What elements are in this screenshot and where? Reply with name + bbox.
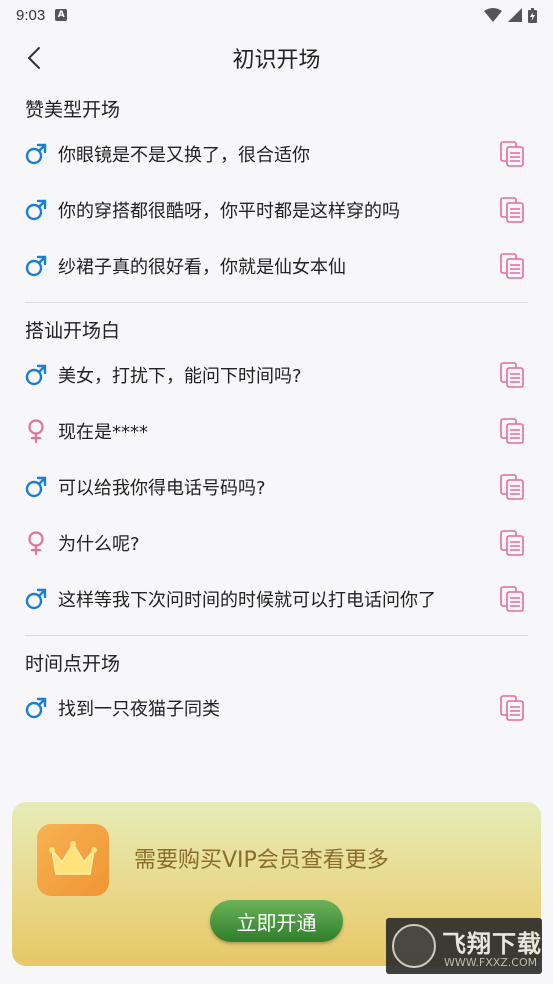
watermark-logo-icon xyxy=(392,924,436,968)
line-text: 这样等我下次问时间的时候就可以打电话问你了 xyxy=(58,590,436,611)
list-item: 你眼镜是不是又换了，很合适你 xyxy=(0,126,553,182)
copy-icon[interactable] xyxy=(499,252,525,280)
female-icon xyxy=(24,531,48,555)
copy-icon[interactable] xyxy=(499,196,525,224)
status-bar: 9:03 A xyxy=(0,0,553,30)
section-title: 赞美型开场 xyxy=(25,98,121,121)
male-icon xyxy=(24,587,48,611)
copy-icon[interactable] xyxy=(499,529,525,557)
male-icon xyxy=(24,254,48,278)
list-item: 这样等我下次问时间的时候就可以打电话问你了 xyxy=(0,571,553,627)
copy-icon[interactable] xyxy=(499,694,525,722)
activate-vip-button[interactable]: 立即开通 xyxy=(210,900,343,942)
copy-icon[interactable] xyxy=(499,417,525,445)
section-divider xyxy=(25,302,528,303)
line-text: 为什么呢? xyxy=(58,534,140,555)
watermark: 飞翔下载 WWW.FXXZ.COM xyxy=(386,918,542,974)
line-text: 可以给我你得电话号码吗? xyxy=(58,478,266,499)
section-title: 搭讪开场白 xyxy=(25,319,121,342)
status-right-icons xyxy=(484,7,537,23)
page-title: 初识开场 xyxy=(232,48,321,73)
line-text: 纱裙子真的很好看，你就是仙女本仙 xyxy=(58,257,346,278)
male-icon xyxy=(24,363,48,387)
copy-icon[interactable] xyxy=(499,361,525,389)
male-icon xyxy=(24,475,48,499)
section-divider xyxy=(25,635,528,636)
status-time: 9:03 xyxy=(16,6,46,24)
content-list[interactable]: 赞美型开场 你眼镜是不是又换了，很合适你 你的穿搭都很酷呀，你平时都是这样穿的吗… xyxy=(0,90,553,782)
signal-icon xyxy=(508,8,522,22)
chevron-left-icon xyxy=(28,47,40,69)
battery-icon xyxy=(528,7,537,23)
list-item: 你的穿搭都很酷呀，你平时都是这样穿的吗 xyxy=(0,182,553,238)
line-text: 现在是**** xyxy=(58,422,148,443)
copy-icon[interactable] xyxy=(499,585,525,613)
copy-icon[interactable] xyxy=(499,140,525,168)
list-item: 可以给我你得电话号码吗? xyxy=(0,459,553,515)
notification-a-icon: A xyxy=(55,9,68,21)
male-icon xyxy=(24,198,48,222)
list-item: 为什么呢? xyxy=(0,515,553,571)
crown-icon xyxy=(37,824,109,896)
section-title: 时间点开场 xyxy=(25,652,121,675)
list-item: 找到一只夜猫子同类 xyxy=(0,680,553,736)
line-text: 你眼镜是不是又换了，很合适你 xyxy=(58,145,310,166)
line-text: 你的穿搭都很酷呀，你平时都是这样穿的吗 xyxy=(58,201,400,222)
male-icon xyxy=(24,696,48,720)
list-item: 纱裙子真的很好看，你就是仙女本仙 xyxy=(0,238,553,294)
male-icon xyxy=(24,142,48,166)
list-item: 美女，打扰下，能问下时间吗? xyxy=(0,347,553,403)
app-header: 初识开场 xyxy=(0,30,553,86)
line-text: 找到一只夜猫子同类 xyxy=(58,699,220,720)
line-text: 美女，打扰下，能问下时间吗? xyxy=(58,366,302,387)
back-button[interactable] xyxy=(18,42,50,74)
watermark-title: 飞翔下载 xyxy=(442,930,542,958)
list-item: 现在是**** xyxy=(0,403,553,459)
wifi-icon xyxy=(484,8,502,22)
vip-message: 需要购买VIP会员查看更多 xyxy=(134,848,389,873)
copy-icon[interactable] xyxy=(499,473,525,501)
female-icon xyxy=(24,419,48,443)
watermark-url: WWW.FXXZ.COM xyxy=(444,956,538,969)
